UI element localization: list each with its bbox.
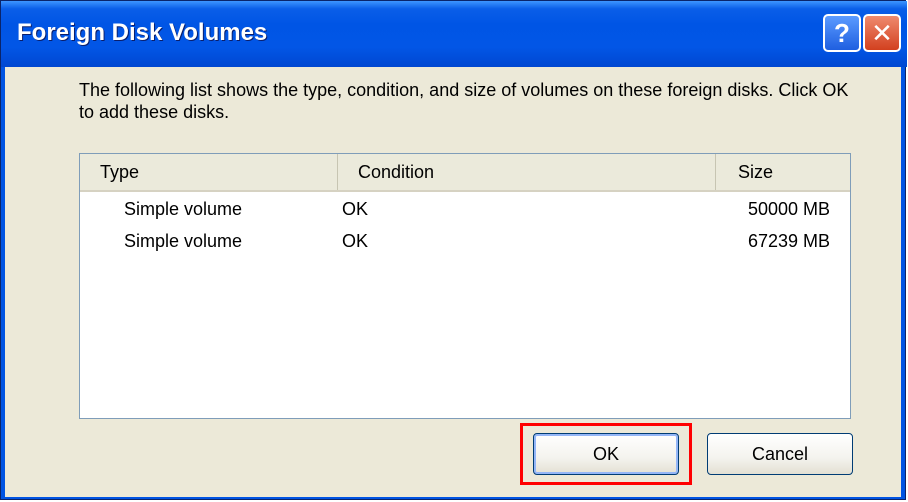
help-icon: ? (834, 17, 850, 48)
cancel-button[interactable]: Cancel (707, 433, 853, 475)
cell-type: Simple volume (124, 231, 243, 251)
dialog-window: Foreign Disk Volumes ? ✕ The following l… (0, 0, 907, 500)
help-button[interactable]: ? (823, 14, 861, 52)
title-bar[interactable]: Foreign Disk Volumes ? ✕ (1, 1, 907, 67)
close-icon: ✕ (871, 17, 893, 48)
list-item[interactable]: Simple volume OK 50000 MB (80, 194, 850, 226)
list-header: Type Condition Size (80, 154, 850, 192)
close-button[interactable]: ✕ (863, 14, 901, 52)
cell-size: 50000 MB (747, 199, 830, 219)
description-text: The following list shows the type, condi… (79, 80, 849, 122)
dialog-title: Foreign Disk Volumes (17, 19, 268, 46)
volumes-list[interactable]: Type Condition Size Simple volume OK 500… (79, 153, 851, 419)
ok-button[interactable]: OK (533, 433, 679, 475)
column-header-size[interactable]: Size (716, 154, 850, 190)
cell-condition: OK (342, 199, 369, 219)
column-header-condition[interactable]: Condition (338, 154, 716, 190)
cell-type: Simple volume (124, 199, 243, 219)
cell-size: 67239 MB (747, 231, 830, 251)
column-header-type[interactable]: Type (80, 154, 338, 190)
cell-condition: OK (342, 231, 369, 251)
list-item[interactable]: Simple volume OK 67239 MB (80, 226, 850, 258)
